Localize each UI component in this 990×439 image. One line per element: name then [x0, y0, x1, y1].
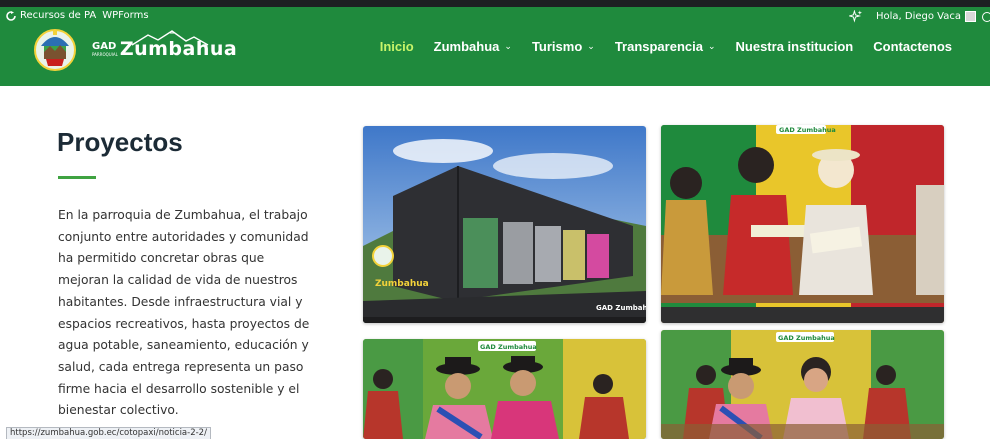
avatar-icon — [965, 11, 976, 22]
project-card-community-1[interactable]: GAD Zumbahua — [363, 339, 646, 439]
card-watermark: GAD Zumbahua — [779, 126, 836, 134]
project-image-community-2: GAD Zumbahua — [661, 330, 944, 439]
site-logo-seal[interactable] — [32, 26, 78, 72]
main-nav: Inicio Zumbahua ⌄ Turismo ⌄ Transparenci… — [370, 39, 962, 54]
project-card-ceremony[interactable]: GAD Zumbahua — [661, 125, 944, 323]
brand-gad-text: GAD — [92, 41, 117, 52]
sparkle-icon[interactable] — [849, 10, 862, 23]
refresh-icon — [6, 10, 16, 21]
nav-label: Zumbahua — [433, 39, 500, 54]
nav-item-contactenos[interactable]: Contactenos — [863, 39, 962, 54]
admin-resources-label: Recursos de PA — [20, 10, 97, 21]
nav-label: Inicio — [379, 39, 414, 54]
browser-top-edge — [0, 0, 990, 7]
brand-gad: GAD PARROQUIAL — [92, 41, 118, 58]
nav-label: Nuestra institucion — [735, 39, 854, 54]
title-underline — [58, 176, 96, 179]
nav-item-inicio[interactable]: Inicio — [370, 39, 424, 54]
admin-bar: Recursos de PA WPForms Hola, Diego Vaca — [0, 7, 990, 25]
admin-account-menu[interactable]: Hola, Diego Vaca — [876, 11, 976, 22]
nav-label: Contactenos — [873, 39, 952, 54]
nav-label: Transparencia — [614, 39, 703, 54]
chevron-down-icon: ⌄ — [707, 41, 716, 51]
card-watermark: GAD Zumbahua — [480, 343, 537, 351]
project-image-ceremony: GAD Zumbahua — [661, 125, 944, 323]
nav-item-zumbahua[interactable]: Zumbahua ⌄ — [424, 39, 522, 54]
section-paragraph: En la parroquia de Zumbahua, el trabajo … — [58, 208, 310, 418]
section-title: Proyectos — [57, 127, 183, 157]
project-card-building[interactable]: Zumbahua GAD Zumbahua — [363, 126, 646, 323]
svg-text:Zumbahua: Zumbahua — [375, 279, 429, 289]
card-watermark: GAD Zumbahua — [778, 334, 835, 342]
chevron-down-icon: ⌄ — [587, 41, 595, 51]
search-icon[interactable] — [982, 11, 990, 22]
site-brand[interactable]: GAD PARROQUIAL Zumbahua — [92, 40, 237, 59]
admin-wpforms-link[interactable]: WPForms — [102, 10, 148, 21]
brand-gad-small: PARROQUIAL — [92, 52, 118, 57]
card-watermark: GAD Zumbahua — [596, 304, 646, 312]
nav-item-turismo[interactable]: Turismo ⌄ — [522, 39, 605, 54]
brand-name: Zumbahua — [119, 38, 238, 60]
project-image-community-1: GAD Zumbahua — [363, 339, 646, 439]
nav-label: Turismo — [531, 39, 583, 54]
nav-item-transparencia[interactable]: Transparencia ⌄ — [605, 39, 726, 54]
parish-seal-logo — [34, 29, 76, 71]
project-image-building: Zumbahua GAD Zumbahua — [363, 126, 646, 323]
nav-item-nuestra-institucion[interactable]: Nuestra institucion — [726, 39, 864, 54]
admin-greeting: Hola, Diego Vaca — [876, 11, 961, 22]
admin-resources-link[interactable]: Recursos de PA — [6, 10, 96, 21]
project-card-community-2[interactable]: GAD Zumbahua — [661, 330, 944, 439]
chevron-down-icon: ⌄ — [504, 41, 512, 51]
status-bar-url: https://zumbahua.gob.ec/cotopaxi/noticia… — [6, 427, 211, 439]
